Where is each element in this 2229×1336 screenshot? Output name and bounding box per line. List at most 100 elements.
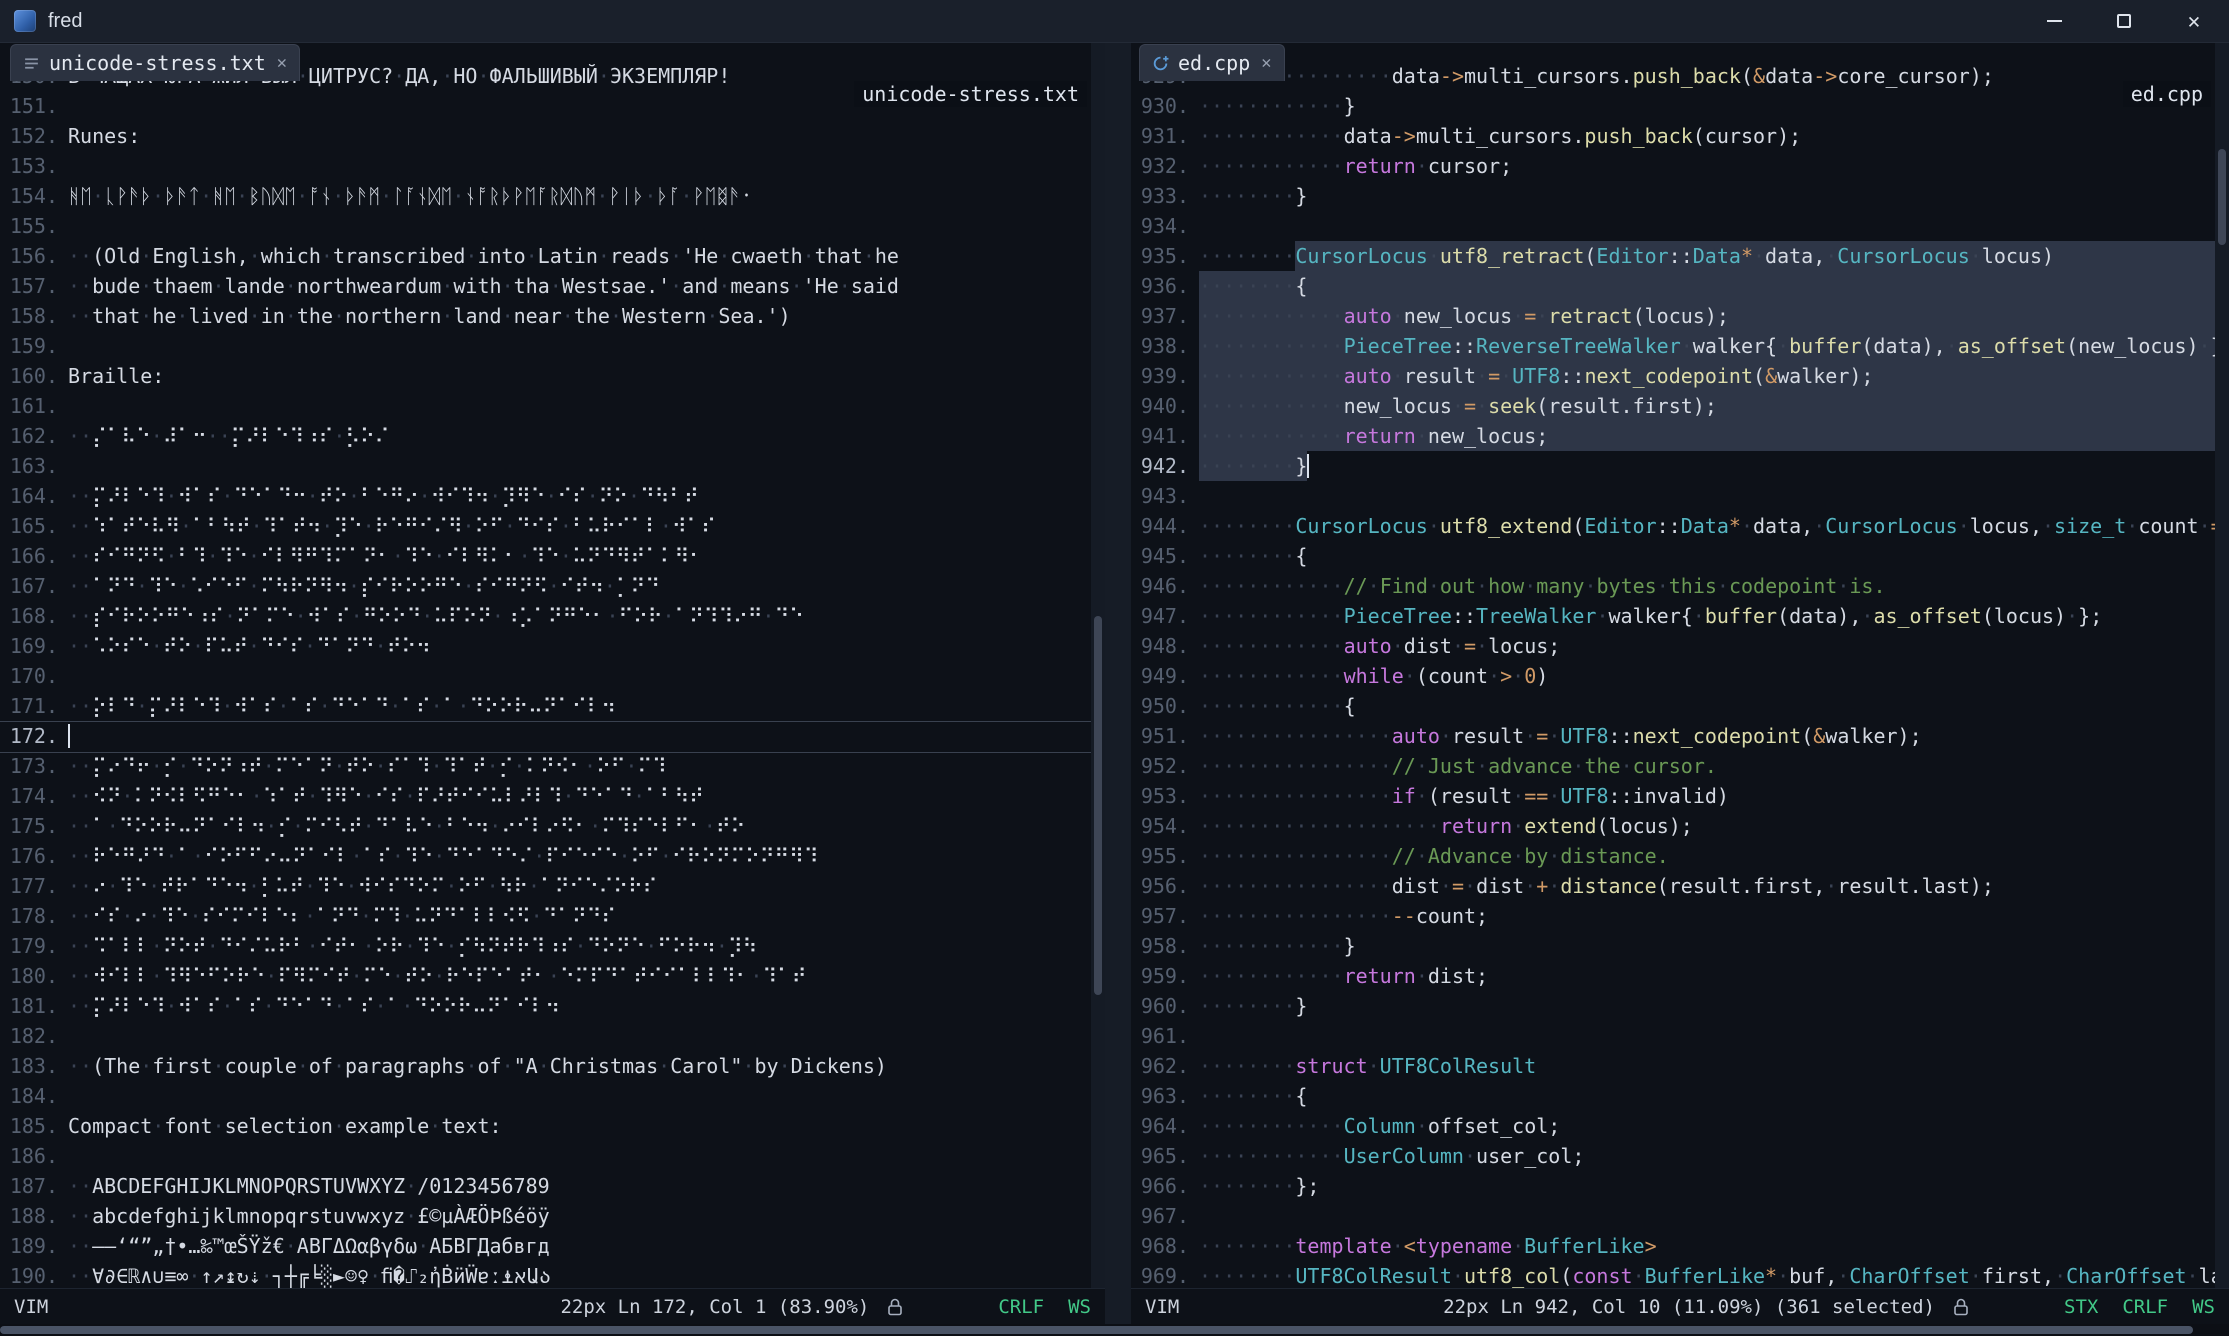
code-line[interactable]: 961. — [1131, 1021, 2215, 1051]
code-line[interactable]: 956.················dist·=·dist·+·distan… — [1131, 871, 2215, 901]
code-lines[interactable]: 150.В·ЧАЩАХ·ЮГА·ЖИЛ-БЫЛ·ЦИТРУС?·ДА,·НО·Ф… — [0, 61, 1091, 1291]
code-line[interactable]: 152.Runes: — [0, 121, 1091, 151]
code-line[interactable]: 163. — [0, 451, 1091, 481]
code-line[interactable]: 938.············PieceTree::ReverseTreeWa… — [1131, 331, 2215, 361]
code-line[interactable]: 154.ᚻᛖ·ᚳᚹᚫᚦ·ᚦᚫᛏ·ᚻᛖ·ᛒᚢᛞᛖ·ᚩᚾ·ᚦᚫᛗ·ᛚᚪᚾᛞᛖ·ᚾᚩᚱ… — [0, 181, 1091, 211]
code-line[interactable]: 962.········struct·UTF8ColResult — [1131, 1051, 2215, 1081]
code-line[interactable]: 959.············return·dist; — [1131, 961, 2215, 991]
code-line[interactable]: 947.············PieceTree::TreeWalker·wa… — [1131, 601, 2215, 631]
code-line[interactable]: 933.········} — [1131, 181, 2215, 211]
tab-close-icon[interactable]: ✕ — [277, 53, 287, 73]
code-text: ··⡎⠊⠗⠕⠕⠛⠑⠰⠎·⠝⠁⠍⠑·⠺⠁⠎·⠛⠕⠕⠙·⠥⠏⠕⠝·⠰⡡⠁⠝⠛⠑⠂·⠋… — [68, 601, 804, 631]
code-line[interactable]: 159. — [0, 331, 1091, 361]
code-line[interactable]: 178.··⠊⠎·⠔·⠹⠑·⠎⠊⠍⠊⠇⠑⠆·⠁⠝⠙·⠍⠹·⠥⠝⠙⠁⠇⠇⠪⠫·⠙⠁… — [0, 901, 1091, 931]
code-line[interactable]: 958.············} — [1131, 931, 2215, 961]
code-line[interactable]: 954.····················return·extend(lo… — [1131, 811, 2215, 841]
code-line[interactable]: 930.············} — [1131, 91, 2215, 121]
code-line[interactable]: 965.············UserColumn·user_col; — [1131, 1141, 2215, 1171]
code-line[interactable]: 966.········}; — [1131, 1171, 2215, 1201]
tab-close-icon[interactable]: ✕ — [1261, 53, 1271, 73]
code-line[interactable]: 188.··abcdefghijklmnopqrstuvwxyz·£©µÀÆÖÞ… — [0, 1201, 1091, 1231]
code-line[interactable]: 161. — [0, 391, 1091, 421]
code-line[interactable]: 182. — [0, 1021, 1091, 1051]
code-line[interactable]: 158.··that·he·lived·in·the·northern·land… — [0, 301, 1091, 331]
code-line[interactable]: 937.············auto·new_locus·=·retract… — [1131, 301, 2215, 331]
code-text: ············return·new_locus; — [1199, 421, 1548, 451]
code-line[interactable]: 969.········UTF8ColResult·utf8_col(const… — [1131, 1261, 2215, 1291]
code-line[interactable]: 967. — [1131, 1201, 2215, 1231]
code-line[interactable]: 168.··⡎⠊⠗⠕⠕⠛⠑⠰⠎·⠝⠁⠍⠑·⠺⠁⠎·⠛⠕⠕⠙·⠥⠏⠕⠝·⠰⡡⠁⠝⠛… — [0, 601, 1091, 631]
code-line[interactable]: 181.··⡍⠜⠇⠑⠹·⠺⠁⠎·⠁⠎·⠙⠑⠁⠙·⠁⠎·⠁·⠙⠕⠕⠗⠤⠝⠁⠊⠇⠲ — [0, 991, 1091, 1021]
code-line[interactable]: 177.··⠔·⠹⠑·⠞⠗⠁⠙⠑⠲·⡃⠥⠞·⠹⠑·⠺⠊⠎⠙⠕⠍·⠕⠋·⠳⠗·⠁⠝… — [0, 871, 1091, 901]
code-line[interactable]: 175.··⠁·⠙⠕⠕⠗⠤⠝⠁⠊⠇⠲·⡊·⠍⠊⠣⠞·⠙⠁⠧⠑·⠃⠑⠲·⠔⠊⠇⠔⠫… — [0, 811, 1091, 841]
code-line[interactable]: 164.··⡍⠜⠇⠑⠹·⠺⠁⠎·⠙⠑⠁⠙⠒·⠞⠕·⠃⠑⠛⠔·⠺⠊⠹⠲·⡹⠻⠑·⠊… — [0, 481, 1091, 511]
code-line[interactable]: 951.················auto·result·=·UTF8::… — [1131, 721, 2215, 751]
code-line[interactable]: 162.··⡌⠁⠧⠑·⠼⠁⠒··⡍⠜⠇⠑⠹⠰⠎·⡣⠕⠌ — [0, 421, 1091, 451]
code-line[interactable]: 940.············new_locus·=·seek(result.… — [1131, 391, 2215, 421]
code-line[interactable]: 960.········} — [1131, 991, 2215, 1021]
vertical-scrollbar[interactable] — [2215, 43, 2229, 1288]
pane-divider[interactable] — [1105, 43, 1131, 1324]
code-line[interactable]: 174.··⠪⠝·⠅⠝⠪⠇⠫⠛⠑⠂·⠱⠁⠞·⠹⠻⠑·⠊⠎·⠏⠜⠞⠊⠊⠥⠇⠜⠇⠹·… — [0, 781, 1091, 811]
code-line[interactable]: 957.················--count; — [1131, 901, 2215, 931]
code-line[interactable]: 184. — [0, 1081, 1091, 1111]
horizontal-scrollbar[interactable] — [0, 1324, 2229, 1336]
code-line[interactable]: 968.········template·<typename·BufferLik… — [1131, 1231, 2215, 1261]
code-line[interactable]: 179.··⠩⠁⠇⠇·⠝⠕⠞·⠙⠊⠌⠥⠗⠃·⠊⠞⠂·⠕⠗·⠹⠑·⡊⠳⠝⠞⠗⠹⠰⠎… — [0, 931, 1091, 961]
scrollbar-thumb[interactable] — [0, 1326, 2193, 1334]
code-line[interactable]: 156.··(Old·English,·which·transcribed·in… — [0, 241, 1091, 271]
code-line[interactable]: 950.············{ — [1131, 691, 2215, 721]
code-line[interactable]: 948.············auto·dist·=·locus; — [1131, 631, 2215, 661]
code-line[interactable]: 171.··⡕⠇⠙·⡍⠜⠇⠑⠹·⠺⠁⠎·⠁⠎·⠙⠑⠁⠙·⠁⠎·⠁·⠙⠕⠕⠗⠤⠝⠁… — [0, 691, 1091, 721]
code-line[interactable]: 189.··–—‘“”„†•…‰™œŠŸž€·ΑΒΓΔΩαβγδω·АБВГДа… — [0, 1231, 1091, 1261]
code-line[interactable]: 953.················if·(result·==·UTF8::… — [1131, 781, 2215, 811]
code-line[interactable]: 186. — [0, 1141, 1091, 1171]
code-line[interactable]: 943. — [1131, 481, 2215, 511]
code-line[interactable]: 170. — [0, 661, 1091, 691]
code-line[interactable]: 169.··⠡⠕⠎⠑·⠞⠕·⠏⠥⠞·⠙⠊⠎·⠙⠁⠝⠙·⠞⠕⠲ — [0, 631, 1091, 661]
code-line[interactable]: 963.········{ — [1131, 1081, 2215, 1111]
code-line[interactable]: 183.··(The·first·couple·of·paragraphs·of… — [0, 1051, 1091, 1081]
code-line[interactable]: 942.········} — [1131, 451, 2215, 481]
code-line[interactable]: 176.··⠗⠑⠛⠜⠙·⠁·⠊⠕⠋⠋⠔⠤⠝⠁⠊⠇·⠁⠎·⠹⠑·⠙⠑⠁⠙⠑⠌·⠏⠊… — [0, 841, 1091, 871]
code-line[interactable]: 157.··bude·thaem·lande·northweardum·with… — [0, 271, 1091, 301]
code-line[interactable]: 172. — [0, 721, 1091, 751]
tab-ed-cpp[interactable]: ed.cpp ✕ — [1139, 44, 1285, 81]
code-line[interactable]: 944.········CursorLocus·utf8_extend(Edit… — [1131, 511, 2215, 541]
code-line[interactable]: 187.··ABCDEFGHIJKLMNOPQRSTUVWXYZ·/012345… — [0, 1171, 1091, 1201]
code-line[interactable]: 952.················//·Just·advance·the·… — [1131, 751, 2215, 781]
code-line[interactable]: 949.············while·(count·>·0) — [1131, 661, 2215, 691]
maximize-button[interactable] — [2089, 0, 2159, 42]
code-line[interactable]: 165.··⠱⠁⠞⠑⠧⠻·⠁⠃⠳⠞·⠹⠁⠞⠲·⡹⠑·⠗⠑⠛⠊⠌⠻·⠕⠋·⠙⠊⠎·… — [0, 511, 1091, 541]
code-line[interactable]: 946.············//·Find·out·how·many·byt… — [1131, 571, 2215, 601]
code-line[interactable]: 955.················//·Advance·by·distan… — [1131, 841, 2215, 871]
code-line[interactable]: 932.············return·cursor; — [1131, 151, 2215, 181]
code-line[interactable]: 190.··∀∂∈ℝ∧∪≡∞·↑↗↨↻⇣·┐┼╔╘░►☺♀·ﬁ�⑀₂ἠḂӥẄɐː… — [0, 1261, 1091, 1291]
code-line[interactable]: 160.Braille: — [0, 361, 1091, 391]
code-line[interactable]: 167.··⠁⠝⠙·⠹⠑·⠡⠊⠑⠋·⠍⠳⠗⠝⠻⠲·⡎⠊⠗⠕⠕⠛⠑·⠎⠊⠛⠝⠫·⠊… — [0, 571, 1091, 601]
tab-unicode-stress-txt[interactable]: unicode-stress.txt ✕ — [10, 44, 300, 81]
code-line[interactable]: 153. — [0, 151, 1091, 181]
code-line[interactable]: 166.··⠎⠊⠛⠝⠫·⠃⠹·⠹⠑·⠊⠇⠻⠛⠹⠍⠁⠝⠂·⠹⠑·⠊⠇⠻⠅⠂·⠹⠑·… — [0, 541, 1091, 571]
code-line[interactable]: 180.··⠺⠊⠇⠇·⠹⠻⠑⠋⠕⠗⠑·⠏⠻⠍⠊⠞·⠍⠑·⠞⠕·⠗⠑⠏⠑⠁⠞⠂·⠑… — [0, 961, 1091, 991]
code-lines[interactable]: 929.················data->multi_cursors.… — [1131, 61, 2215, 1291]
code-line[interactable]: 935.········CursorLocus·utf8_retract(Edi… — [1131, 241, 2215, 271]
vertical-scrollbar[interactable] — [1091, 43, 1105, 1288]
minimize-button[interactable] — [2019, 0, 2089, 42]
close-button[interactable]: ✕ — [2159, 0, 2229, 42]
code-line[interactable]: 934. — [1131, 211, 2215, 241]
line-number: 175. — [8, 811, 58, 841]
line-number: 187. — [8, 1171, 58, 1201]
code-line[interactable]: 945.········{ — [1131, 541, 2215, 571]
code-line[interactable]: 173.··⡍⠔⠙⠖·⡊·⠙⠕⠝⠰⠞·⠍⠑⠁⠝·⠞⠕·⠎⠁⠹·⠹⠁⠞·⡊·⠅⠝⠪… — [0, 751, 1091, 781]
code-line[interactable]: 185.Compact·font·selection·example·text: — [0, 1111, 1091, 1141]
code-line[interactable]: 936.········{ — [1131, 271, 2215, 301]
code-line[interactable]: 929.················data->multi_cursors.… — [1131, 61, 2215, 91]
code-line[interactable]: 939.············auto·result·=·UTF8::next… — [1131, 361, 2215, 391]
code-line[interactable]: 155. — [0, 211, 1091, 241]
code-line[interactable]: 931.············data->multi_cursors.push… — [1131, 121, 2215, 151]
code-line[interactable]: 941.············return·new_locus; — [1131, 421, 2215, 451]
scrollbar-thumb[interactable] — [1094, 616, 1102, 996]
code-line[interactable]: 964.············Column·offset_col; — [1131, 1111, 2215, 1141]
scrollbar-thumb[interactable] — [2218, 149, 2226, 245]
